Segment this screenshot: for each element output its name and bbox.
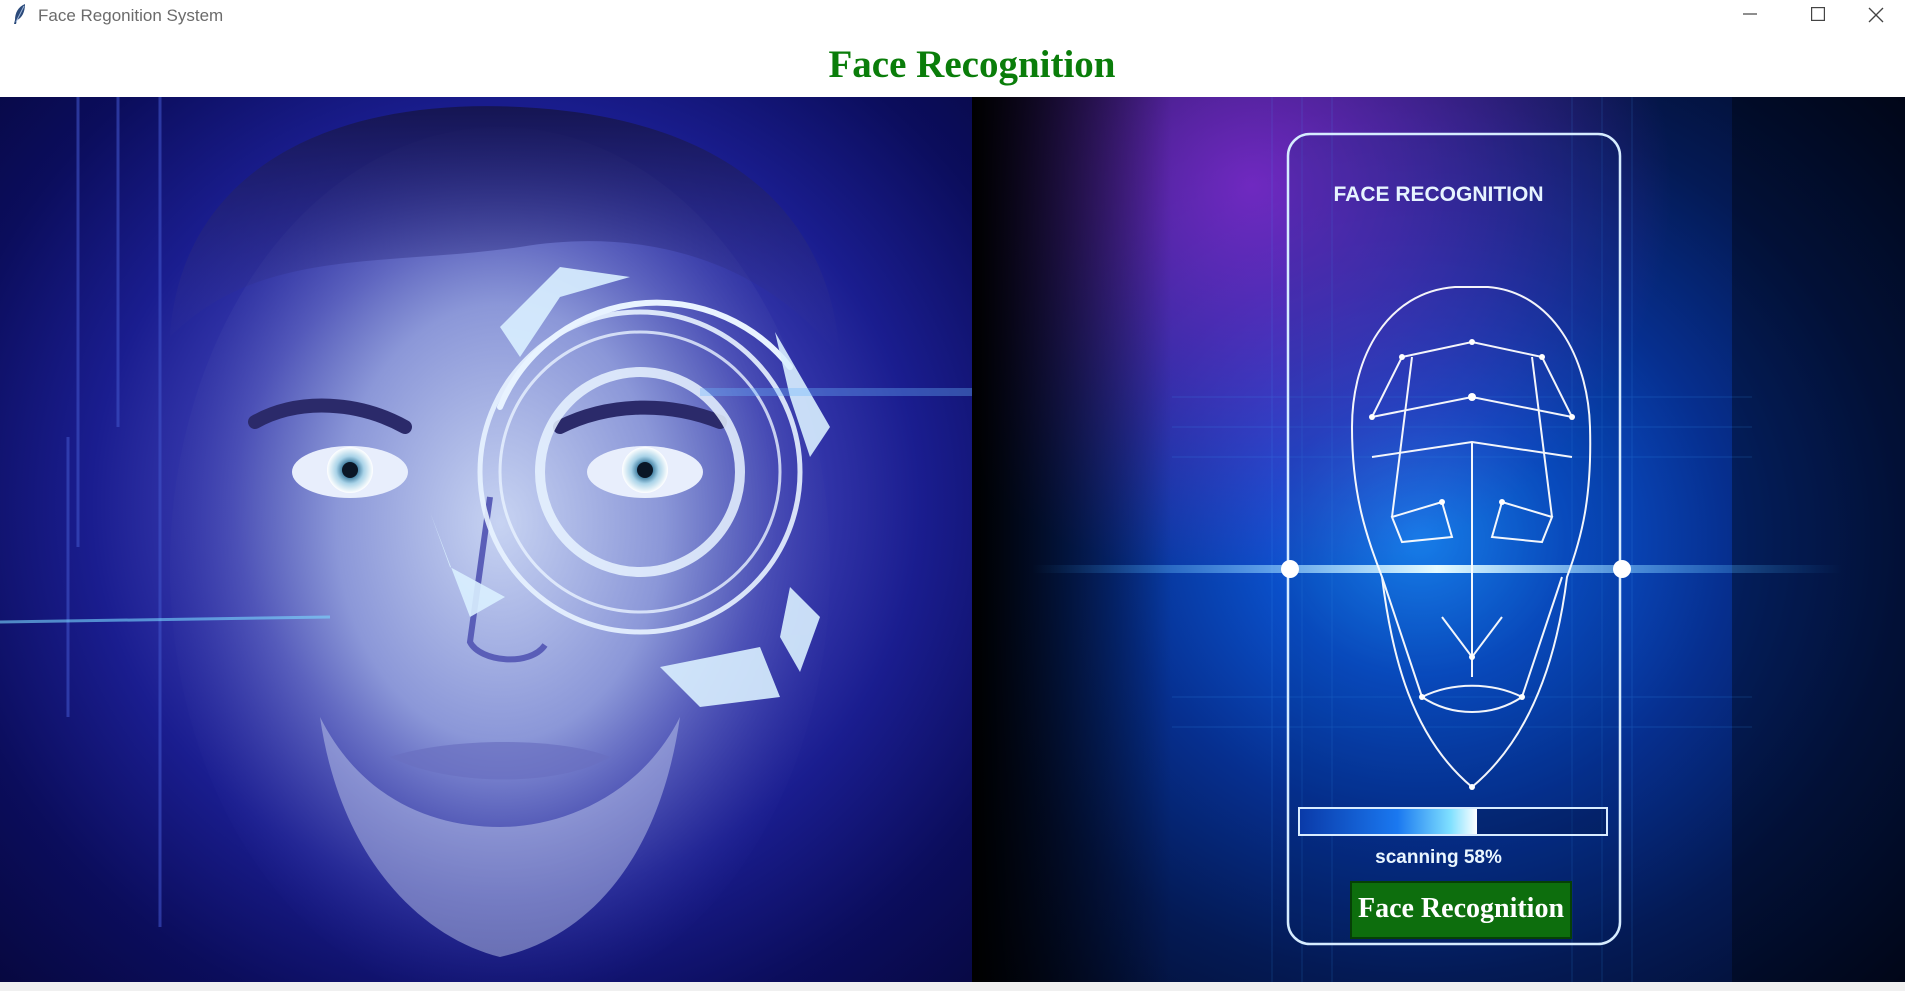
header-band: Face Recognition <box>0 30 1905 97</box>
scan-progress-fill <box>1300 809 1478 834</box>
maximize-icon <box>1811 7 1825 21</box>
scan-progress-bar <box>1298 807 1608 836</box>
minimize-button[interactable] <box>1718 0 1782 30</box>
portrait-artwork <box>0 97 972 982</box>
minimize-icon <box>1743 13 1757 15</box>
window-bottom-edge <box>0 982 1905 991</box>
scan-status-text: scanning 58% <box>1375 847 1502 868</box>
scanner-title: FACE RECOGNITION <box>1333 183 1544 206</box>
page-title: Face Recognition <box>828 43 1116 86</box>
portrait-image <box>0 97 972 982</box>
scanner-panel: FACE RECOGNITION scanning 58% Face Recog… <box>972 97 1905 982</box>
window-title: Face Regonition System <box>38 6 224 25</box>
close-icon <box>1868 7 1884 23</box>
face-recognition-button[interactable]: Face Recognition <box>1350 881 1572 939</box>
close-button[interactable] <box>1854 0 1905 30</box>
window-titlebar: Face Regonition System <box>0 0 1905 30</box>
feather-icon <box>14 4 25 24</box>
maximize-button[interactable] <box>1786 0 1850 30</box>
